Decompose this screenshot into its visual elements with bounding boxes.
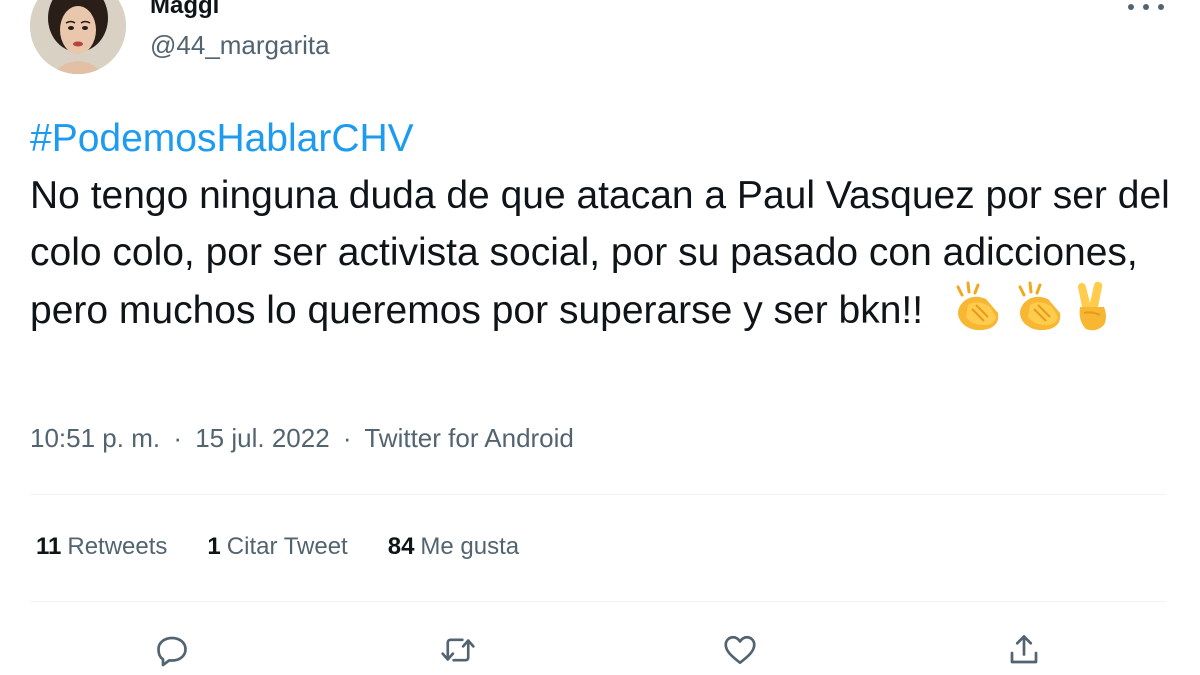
likes-stat[interactable]: 84 Me gusta: [388, 533, 519, 561]
quotes-label: Citar Tweet: [226, 533, 348, 560]
victory-hand-icon: [1077, 281, 1106, 331]
share-icon: [1010, 635, 1038, 664]
divider: [30, 494, 1166, 495]
retweets-label: Retweets: [67, 533, 168, 560]
hashtag-link[interactable]: #PodemosHablarCHV: [30, 110, 1170, 167]
likes-count: 84: [387, 533, 415, 560]
divider: [30, 601, 1166, 602]
retweet-button[interactable]: [436, 628, 480, 672]
retweet-icon: [441, 638, 475, 662]
more-options-icon[interactable]: [1128, 0, 1164, 14]
quotes-count: 1: [207, 533, 221, 560]
tweet-card: Maggi @44_margarita #PodemosHablarCHV No…: [0, 0, 1200, 675]
retweets-count: 11: [36, 533, 62, 560]
emoji-group: [948, 281, 1112, 333]
reply-button[interactable]: [150, 628, 194, 672]
share-button[interactable]: [1002, 628, 1046, 672]
avatar-image: [30, 0, 126, 74]
retweets-stat[interactable]: 11 Retweets: [36, 533, 167, 561]
user-handle[interactable]: @44_margarita: [150, 30, 330, 61]
engagement-stats: 11 Retweets 1 Citar Tweet 84 Me gusta: [36, 533, 519, 561]
avatar[interactable]: [30, 0, 126, 74]
like-button[interactable]: [718, 628, 762, 672]
meta-separator: ·: [342, 423, 352, 453]
tweet-date[interactable]: 15 jul. 2022: [195, 423, 329, 453]
like-icon: [724, 635, 756, 665]
reply-icon: [157, 636, 187, 667]
meta-separator: ·: [173, 423, 182, 453]
clapping-hands-icon: [956, 281, 999, 331]
tweet-meta: 10:51 p. m. · 15 jul. 2022 · Twitter for…: [30, 423, 574, 454]
clapping-hands-icon: [1018, 281, 1061, 331]
tweet-time[interactable]: 10:51 p. m.: [30, 423, 160, 453]
tweet-source[interactable]: Twitter for Android: [364, 423, 574, 453]
display-name[interactable]: Maggi: [150, 0, 219, 20]
quotes-stat[interactable]: 1 Citar Tweet: [207, 533, 347, 561]
likes-label: Me gusta: [420, 533, 520, 560]
tweet-text: #PodemosHablarCHV No tengo ninguna duda …: [30, 110, 1170, 339]
